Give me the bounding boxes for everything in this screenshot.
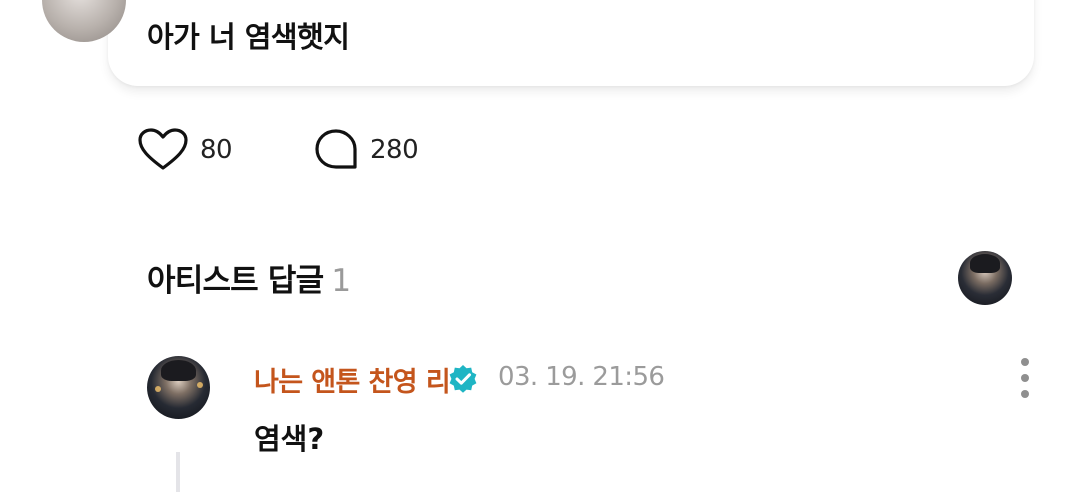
artist-replies-heading: 아티스트 답글 1 <box>147 255 351 300</box>
post-text: 아가 너 염색햇지 <box>147 20 350 54</box>
avatar-hair <box>969 254 1001 273</box>
more-vertical-icon <box>1021 390 1029 398</box>
comment-count: 280 <box>370 135 419 165</box>
like-button[interactable]: 80 <box>138 128 233 172</box>
more-options-button[interactable] <box>1013 358 1037 398</box>
avatar-hair <box>160 359 197 382</box>
avatar-light <box>155 386 161 392</box>
comment-bubble-icon <box>315 129 357 169</box>
reply-author-avatar[interactable] <box>147 356 210 419</box>
thread-line <box>176 452 180 492</box>
reply-author-name[interactable]: 나는 앤톤 찬영 리 <box>254 360 451 399</box>
artist-replies-count: 1 <box>331 263 351 299</box>
like-count: 80 <box>200 135 233 165</box>
comment-button[interactable]: 280 <box>314 128 419 172</box>
avatar-light <box>197 382 203 388</box>
verified-badge-icon <box>449 365 477 393</box>
more-vertical-icon <box>1021 374 1029 382</box>
artist-replies-title: 아티스트 답글 <box>147 263 324 299</box>
artist-avatar[interactable] <box>958 251 1012 305</box>
more-vertical-icon <box>1021 358 1029 366</box>
heart-icon <box>138 128 188 170</box>
reply-timestamp: 03. 19. 21:56 <box>498 362 665 392</box>
reply-text: 염색? <box>254 422 325 456</box>
